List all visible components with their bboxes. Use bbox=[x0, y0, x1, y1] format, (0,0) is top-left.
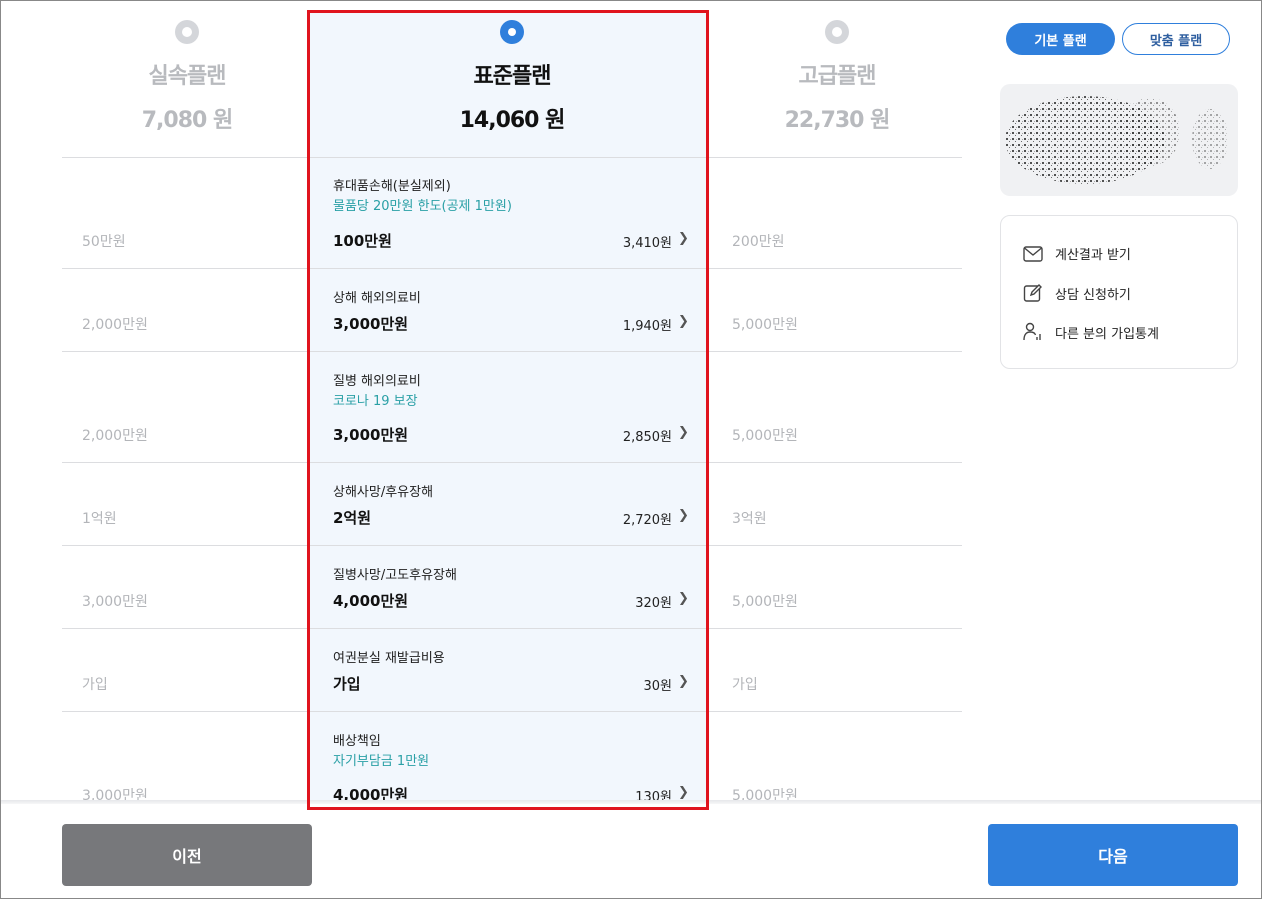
menu-label: 계산결과 받기 bbox=[1055, 248, 1131, 263]
side-menu-card: 계산결과 받기 상담 신청하기 다른 분의 가입통계 bbox=[1000, 215, 1238, 369]
people-stats-icon bbox=[1023, 322, 1041, 341]
basic-value: 50만원 bbox=[82, 234, 126, 250]
standard-value[interactable]: 3,000만원 bbox=[333, 424, 408, 445]
plan-standard[interactable]: 표준플랜 14,060 원 bbox=[387, 12, 637, 134]
coverage-title: 상해 해외의료비 bbox=[333, 291, 421, 306]
advanced-value: 가입 bbox=[732, 677, 758, 693]
basic-value: 3,000만원 bbox=[82, 594, 148, 610]
standard-value[interactable]: 4,000만원 bbox=[333, 590, 408, 611]
next-button[interactable]: 다음 bbox=[988, 824, 1238, 886]
menu-statistics[interactable]: 다른 분의 가입통계 bbox=[1023, 322, 1159, 342]
plan-advanced[interactable]: 고급플랜 22,730 원 bbox=[712, 12, 962, 134]
advanced-value: 5,000만원 bbox=[732, 594, 798, 610]
basic-value: 2,000만원 bbox=[82, 317, 148, 333]
basic-value: 가입 bbox=[82, 677, 108, 693]
premium-fee[interactable]: 30원 bbox=[643, 675, 672, 694]
advanced-value: 5,000만원 bbox=[732, 317, 798, 333]
chevron-right-icon[interactable]: ❯ bbox=[678, 314, 689, 329]
menu-get-result[interactable]: 계산결과 받기 bbox=[1023, 244, 1131, 263]
row-divider bbox=[62, 545, 962, 546]
plan-advanced-price: 22,730 원 bbox=[784, 108, 891, 133]
coverage-note: 코로나 19 보장 bbox=[333, 394, 418, 409]
chevron-right-icon[interactable]: ❯ bbox=[678, 231, 689, 246]
tab-custom-plan[interactable]: 맞춤 플랜 bbox=[1122, 23, 1230, 55]
basic-value: 1억원 bbox=[82, 511, 117, 527]
chevron-right-icon[interactable]: ❯ bbox=[678, 508, 689, 523]
premium-fee[interactable]: 2,850원 bbox=[623, 426, 672, 445]
standard-value[interactable]: 100만원 bbox=[333, 230, 392, 251]
chevron-right-icon[interactable]: ❯ bbox=[678, 591, 689, 606]
premium-fee[interactable]: 320원 bbox=[635, 592, 672, 611]
coverage-title: 질병 해외의료비 bbox=[333, 374, 421, 389]
radio-advanced[interactable] bbox=[825, 20, 849, 44]
plan-standard-name: 표준플랜 bbox=[473, 64, 552, 89]
menu-label: 다른 분의 가입통계 bbox=[1055, 326, 1159, 342]
chevron-right-icon[interactable]: ❯ bbox=[678, 425, 689, 440]
row-divider bbox=[62, 268, 308, 269]
coverage-title: 질병사망/고도후유장해 bbox=[333, 568, 457, 583]
advanced-value: 200만원 bbox=[732, 234, 785, 250]
obscured-banner bbox=[1000, 84, 1238, 196]
advanced-value: 5,000만원 bbox=[732, 428, 798, 444]
row-divider bbox=[62, 711, 962, 712]
advanced-value: 3억원 bbox=[732, 511, 767, 527]
plan-basic[interactable]: 실속플랜 7,080 원 bbox=[62, 12, 312, 134]
row-divider bbox=[308, 268, 708, 269]
coverage-title: 상해사망/후유장해 bbox=[333, 485, 434, 500]
edit-icon bbox=[1023, 284, 1042, 302]
row-divider bbox=[62, 462, 962, 463]
coverage-note: 자기부담금 1만원 bbox=[333, 754, 430, 769]
plan-basic-price: 7,080 원 bbox=[141, 108, 234, 133]
premium-fee[interactable]: 1,940원 bbox=[623, 315, 672, 334]
menu-consult[interactable]: 상담 신청하기 bbox=[1023, 283, 1131, 303]
chevron-right-icon[interactable]: ❯ bbox=[678, 785, 689, 800]
premium-fee[interactable]: 3,410원 bbox=[623, 232, 672, 251]
coverage-title: 휴대품손해(분실제외) bbox=[333, 179, 451, 194]
header-divider bbox=[62, 157, 962, 158]
radio-standard[interactable] bbox=[500, 20, 524, 44]
row-divider bbox=[708, 268, 962, 269]
row-divider bbox=[62, 628, 962, 629]
basic-value: 2,000만원 bbox=[82, 428, 148, 444]
prev-button[interactable]: 이전 bbox=[62, 824, 312, 886]
plan-basic-name: 실속플랜 bbox=[148, 64, 227, 89]
coverage-note: 물품당 20만원 한도(공제 1만원) bbox=[333, 199, 512, 214]
premium-fee[interactable]: 2,720원 bbox=[623, 509, 672, 528]
coverage-title: 배상책임 bbox=[333, 734, 381, 749]
row-divider bbox=[62, 351, 962, 352]
plan-standard-price: 14,060 원 bbox=[459, 108, 566, 133]
coverage-title: 여권분실 재발급비용 bbox=[333, 651, 445, 666]
standard-value[interactable]: 3,000만원 bbox=[333, 313, 408, 334]
noise-pattern bbox=[1005, 96, 1228, 184]
mail-icon bbox=[1023, 245, 1043, 262]
standard-value[interactable]: 가입 bbox=[333, 673, 361, 694]
radio-basic[interactable] bbox=[175, 20, 199, 44]
tab-basic-plan[interactable]: 기본 플랜 bbox=[1006, 23, 1115, 55]
menu-label: 상담 신청하기 bbox=[1055, 287, 1131, 303]
chevron-right-icon[interactable]: ❯ bbox=[678, 674, 689, 689]
plan-advanced-name: 고급플랜 bbox=[798, 64, 877, 89]
standard-value[interactable]: 2억원 bbox=[333, 507, 371, 528]
